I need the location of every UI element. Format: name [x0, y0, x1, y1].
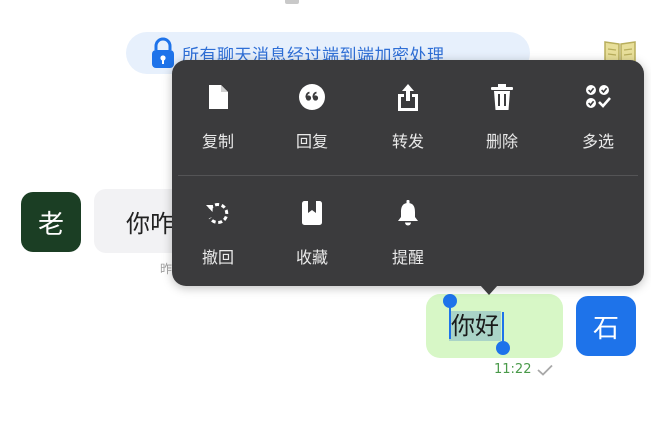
- menu-item-label: 转发: [391, 132, 424, 151]
- message-context-menu: 复制 回复 转发 删除 多选 撤回 收藏 提醒: [172, 60, 644, 286]
- my-avatar-char: 石: [592, 313, 619, 344]
- menu-item-reply[interactable]: 回复: [272, 74, 352, 164]
- menu-item-label: 多选: [581, 132, 614, 151]
- multi-select-icon: [586, 85, 611, 108]
- menu-item-forward[interactable]: 转发: [368, 74, 448, 164]
- menu-pointer-arrow: [480, 285, 498, 295]
- menu-item-label: 回复: [295, 132, 328, 151]
- contact-avatar[interactable]: 老: [21, 192, 81, 252]
- menu-item-delete[interactable]: 删除: [462, 74, 542, 164]
- trash-icon: [491, 84, 513, 110]
- top-drag-handle: [285, 0, 299, 4]
- menu-item-recall[interactable]: 撤回: [178, 190, 258, 280]
- reply-quote-icon: [299, 84, 325, 110]
- menu-item-label: 复制: [201, 132, 234, 151]
- copy-icon: [209, 85, 228, 109]
- menu-item-label: 删除: [485, 132, 518, 151]
- menu-item-label: 提醒: [391, 248, 424, 267]
- outgoing-message-time: 11:22: [494, 362, 532, 377]
- recall-icon: [206, 203, 229, 224]
- menu-divider: [178, 175, 638, 176]
- menu-item-multi-select[interactable]: 多选: [558, 74, 638, 164]
- menu-item-copy[interactable]: 复制: [178, 74, 258, 164]
- bell-icon: [398, 200, 418, 226]
- menu-item-label: 撤回: [201, 248, 234, 267]
- contact-avatar-char: 老: [37, 209, 64, 240]
- selection-start-handle[interactable]: [443, 294, 457, 308]
- outgoing-message-text-selected[interactable]: 你好: [449, 311, 501, 341]
- bookmark-icon: [302, 201, 322, 225]
- incoming-message-time: 昨: [160, 262, 173, 276]
- incoming-message-text: 你咋: [126, 210, 174, 238]
- menu-item-remind[interactable]: 提醒: [368, 190, 448, 280]
- selection-end-handle[interactable]: [496, 341, 510, 355]
- menu-item-favorite[interactable]: 收藏: [272, 190, 352, 280]
- menu-item-label: 收藏: [295, 248, 328, 267]
- my-avatar[interactable]: 石: [576, 296, 636, 356]
- forward-share-icon: [398, 84, 418, 111]
- outgoing-message-meta: 11:22: [494, 362, 554, 377]
- checkmark-icon: [537, 364, 554, 376]
- lock-icon: [152, 37, 174, 68]
